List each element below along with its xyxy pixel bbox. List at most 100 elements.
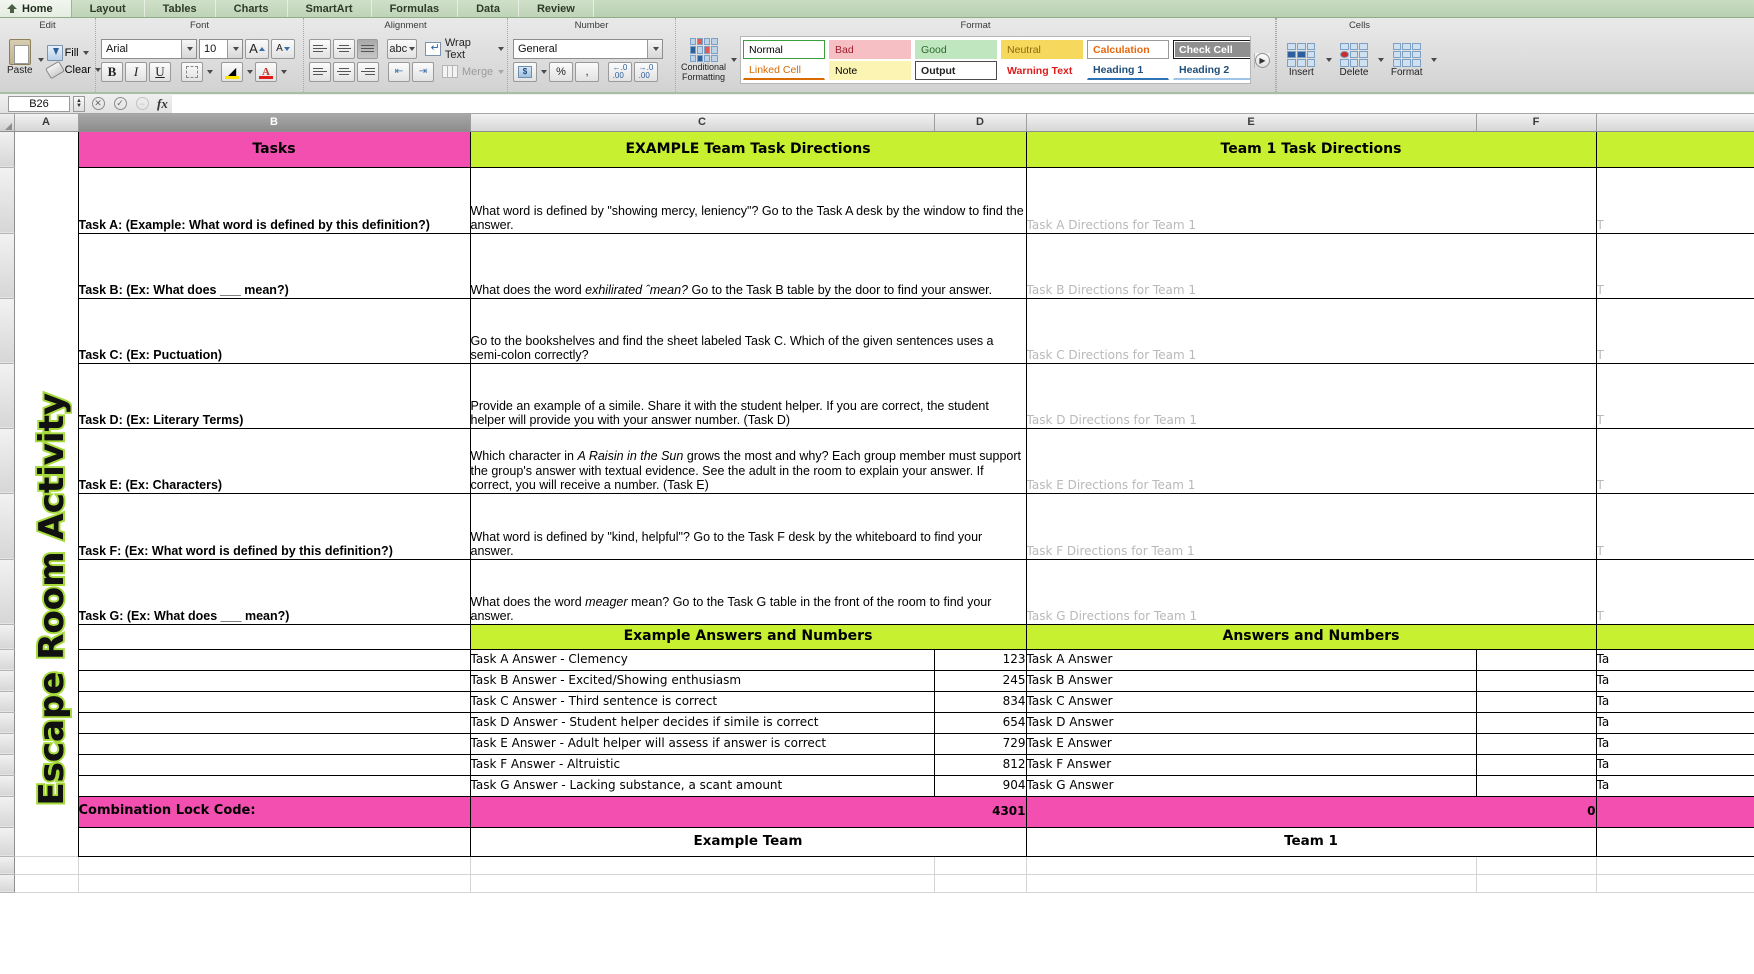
row-header[interactable] bbox=[0, 775, 15, 797]
comma-format-button[interactable]: , bbox=[575, 61, 599, 82]
currency-caret-icon[interactable] bbox=[541, 69, 547, 74]
answer-example-c[interactable]: Task C Answer - Third sentence is correc… bbox=[469, 690, 935, 713]
cell-A-answer[interactable] bbox=[14, 754, 78, 775]
task-team2-directions-c[interactable]: T bbox=[1595, 297, 1754, 364]
fill-button[interactable]: Fill bbox=[46, 44, 101, 61]
tab-review[interactable]: Review bbox=[518, 0, 594, 17]
wrap-text-button[interactable]: Wrap Text bbox=[443, 37, 506, 61]
table-row-task[interactable]: Task E: (Ex: Characters) Which character … bbox=[0, 427, 1754, 494]
cell-A-answers-header[interactable] bbox=[14, 624, 78, 649]
formula-input[interactable] bbox=[171, 94, 1754, 113]
bold-button[interactable]: B bbox=[101, 61, 123, 82]
conditional-formatting-button[interactable]: Conditional Formatting bbox=[681, 38, 726, 82]
align-right-button[interactable] bbox=[357, 61, 379, 82]
answer-example-a[interactable]: Task A Answer - Clemency bbox=[469, 648, 935, 671]
style-cell-note[interactable]: Note bbox=[829, 61, 912, 80]
align-top-button[interactable] bbox=[309, 38, 331, 59]
align-left-button[interactable] bbox=[309, 61, 331, 82]
answer-team2-a[interactable]: Ta bbox=[1595, 648, 1754, 671]
answer-team2-g[interactable]: Ta bbox=[1595, 774, 1754, 797]
answer-team1-number-b[interactable] bbox=[1475, 669, 1597, 692]
table-row-team-names[interactable]: Example Team Team 1 bbox=[0, 826, 1754, 857]
answer-team1-number-g[interactable] bbox=[1475, 774, 1597, 797]
row-header[interactable] bbox=[0, 167, 15, 234]
style-cell-check-cell[interactable]: Check Cell bbox=[1173, 40, 1251, 59]
table-row-task[interactable]: Task D: (Ex: Literary Terms) Provide an e… bbox=[0, 362, 1754, 429]
tab-home[interactable]: Home bbox=[0, 0, 72, 17]
task-team2-directions-f[interactable]: T bbox=[1595, 492, 1754, 560]
row-header[interactable] bbox=[0, 649, 15, 671]
shrink-font-button[interactable]: A bbox=[271, 38, 295, 59]
cell-A-lock[interactable] bbox=[14, 796, 78, 827]
style-gallery[interactable]: Normal Linked Cell Bad Note Good Output Neutra… bbox=[740, 36, 1251, 84]
merge-button[interactable]: Merge bbox=[460, 62, 506, 82]
header-team2-directions[interactable] bbox=[1595, 130, 1754, 168]
name-box[interactable]: B26 bbox=[8, 95, 70, 112]
answer-example-f[interactable]: Task F Answer - Altruistic bbox=[469, 753, 935, 776]
empty-cell[interactable] bbox=[77, 873, 471, 893]
row-header[interactable] bbox=[0, 493, 15, 560]
column-header-E[interactable]: E bbox=[1026, 114, 1477, 132]
cell-B-answer[interactable] bbox=[77, 774, 471, 797]
empty-cell[interactable] bbox=[77, 855, 471, 875]
style-cell-bad[interactable]: Bad bbox=[829, 40, 912, 59]
row-header[interactable] bbox=[0, 670, 15, 692]
style-gallery-next-icon[interactable]: ▶ bbox=[1255, 52, 1270, 68]
column-header-C[interactable]: C bbox=[470, 114, 935, 132]
lock-code-example-value[interactable]: 4301 bbox=[469, 795, 1027, 828]
answer-number-b[interactable]: 245 bbox=[933, 669, 1027, 692]
answer-team1-c[interactable]: Task C Answer bbox=[1025, 690, 1477, 713]
answer-number-a[interactable]: 123 bbox=[933, 648, 1027, 671]
empty-cell[interactable] bbox=[13, 855, 79, 875]
answer-team2-e[interactable]: Ta bbox=[1595, 732, 1754, 755]
fill-caret-icon[interactable] bbox=[82, 50, 89, 55]
row-header[interactable] bbox=[0, 691, 15, 713]
answer-number-g[interactable]: 904 bbox=[933, 774, 1027, 797]
answer-team1-b[interactable]: Task B Answer bbox=[1025, 669, 1477, 692]
task-example-directions-a[interactable]: What word is defined by "showing mercy, … bbox=[469, 166, 1027, 234]
table-row-answer[interactable]: Task F Answer - Altruistic 812 Task F Answ… bbox=[0, 753, 1754, 776]
row-header[interactable] bbox=[0, 856, 15, 875]
task-label-a[interactable]: Task A: (Example: What word is defined b… bbox=[77, 166, 471, 234]
tab-formulas[interactable]: Formulas bbox=[371, 0, 459, 17]
conditional-formatting-caret-icon[interactable] bbox=[731, 58, 738, 62]
table-row-empty[interactable] bbox=[0, 855, 1754, 875]
table-row-task[interactable]: Task B: (Ex: What does ___ mean?) What do… bbox=[0, 232, 1754, 299]
accept-icon[interactable]: ✓ bbox=[111, 95, 129, 113]
answer-team2-d[interactable]: Ta bbox=[1595, 711, 1754, 734]
name-box-spinner[interactable]: ▲ ▼ bbox=[73, 95, 85, 112]
row-header[interactable] bbox=[0, 754, 15, 776]
header-team2-answers[interactable] bbox=[1595, 623, 1754, 650]
font-color-button[interactable]: A bbox=[255, 61, 277, 82]
cell-B-answers-header[interactable] bbox=[77, 623, 471, 650]
answer-number-f[interactable]: 812 bbox=[933, 753, 1027, 776]
borders-button[interactable] bbox=[181, 61, 203, 82]
decrease-decimal-button[interactable]: →.0.00 bbox=[634, 61, 658, 82]
task-team2-directions-d[interactable]: T bbox=[1595, 362, 1754, 429]
column-header-B[interactable]: B bbox=[78, 114, 471, 132]
align-bottom-button[interactable] bbox=[356, 38, 379, 59]
column-header-row[interactable]: A B C D E F bbox=[0, 114, 1754, 132]
align-center-button[interactable] bbox=[333, 61, 355, 82]
table-row-titles[interactable]: Tasks EXAMPLE Team Task Directions Team … bbox=[0, 130, 1754, 168]
row-header[interactable] bbox=[0, 733, 15, 755]
formula-builder-icon[interactable]: − bbox=[133, 95, 151, 113]
task-team1-directions-c[interactable]: Task C Directions for Team 1 bbox=[1025, 297, 1597, 364]
task-team1-directions-g[interactable]: Task G Directions for Team 1 bbox=[1025, 558, 1597, 625]
tab-layout[interactable]: Layout bbox=[71, 0, 145, 17]
table-row-lock-code[interactable]: Combination Lock Code: 4301 0 bbox=[0, 795, 1754, 828]
tab-data[interactable]: Data bbox=[458, 0, 519, 17]
answer-team1-number-d[interactable] bbox=[1475, 711, 1597, 734]
row-header[interactable] bbox=[0, 131, 15, 168]
column-header-F[interactable]: F bbox=[1476, 114, 1597, 132]
style-cell-neutral[interactable]: Neutral bbox=[1001, 40, 1084, 59]
table-row-empty[interactable] bbox=[0, 873, 1754, 893]
empty-cell[interactable] bbox=[13, 873, 79, 893]
cell-B-team[interactable] bbox=[77, 826, 471, 857]
table-row-task[interactable]: Task A: (Example: What word is defined b… bbox=[0, 166, 1754, 234]
header-tasks[interactable]: Tasks bbox=[77, 130, 471, 168]
row-header[interactable] bbox=[0, 712, 15, 734]
lock-code-team1-value[interactable]: 0 bbox=[1025, 795, 1597, 828]
increase-indent-button[interactable]: ⇥ bbox=[412, 61, 434, 82]
task-team2-directions-e[interactable]: T bbox=[1595, 427, 1754, 494]
